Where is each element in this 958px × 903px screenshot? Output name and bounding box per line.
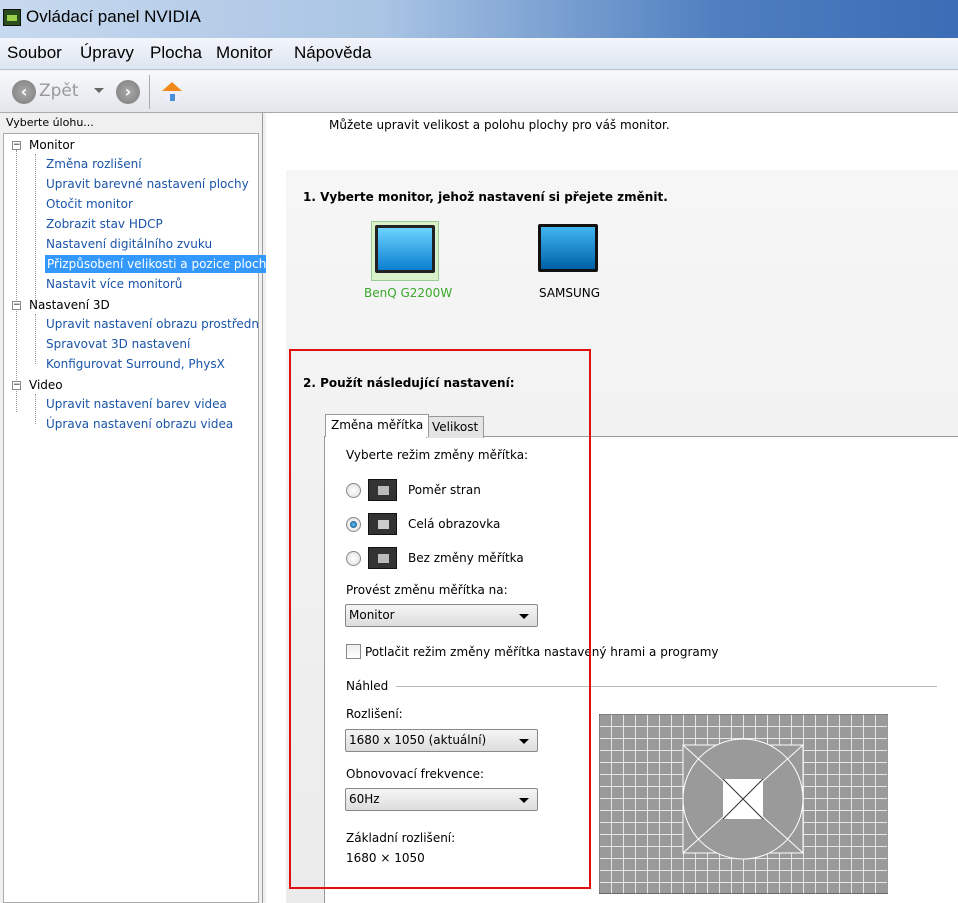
tree-group-monitor[interactable]: Monitor: [29, 136, 75, 154]
collapse-icon[interactable]: −: [12, 381, 21, 390]
toolbar-divider: [149, 75, 150, 109]
tree-item[interactable]: Upravit nastavení obrazu prostřednictvím…: [46, 315, 258, 333]
tree-item[interactable]: Úprava nastavení obrazu videa: [46, 415, 233, 433]
menu-napoveda[interactable]: Nápověda: [294, 43, 372, 63]
nvidia-app-icon: [3, 9, 21, 26]
monitor-icon: [538, 224, 598, 272]
monitor-label-samsung[interactable]: SAMSUNG: [539, 286, 600, 300]
toolbar: ‹ Zpět ›: [0, 71, 958, 113]
monitor-samsung[interactable]: [536, 224, 604, 280]
intro-text: Můžete upravit velikost a polohu plochy …: [329, 118, 670, 132]
sidebar-header: Vyberte úlohu...: [6, 116, 94, 129]
home-icon[interactable]: [160, 79, 184, 103]
tab-scaling[interactable]: Změna měřítka: [325, 414, 430, 437]
collapse-icon[interactable]: −: [12, 301, 21, 310]
back-history-dropdown[interactable]: [94, 88, 104, 93]
tree-item[interactable]: Upravit nastavení barev videa: [46, 395, 227, 413]
tree-item[interactable]: Nastavit více monitorů: [46, 275, 182, 293]
back-button[interactable]: Zpět: [39, 81, 79, 101]
menu-upravy[interactable]: Úpravy: [80, 43, 134, 63]
monitor-benq[interactable]: [371, 221, 439, 281]
menu-soubor[interactable]: Soubor: [7, 43, 62, 63]
menu-monitor[interactable]: Monitor: [216, 43, 273, 63]
menu-plocha[interactable]: Plocha: [150, 43, 202, 63]
collapse-icon[interactable]: −: [12, 141, 21, 150]
tree-item[interactable]: Spravovat 3D nastavení: [46, 335, 190, 353]
tree-group-3d[interactable]: Nastavení 3D: [29, 296, 110, 314]
tree-item[interactable]: Změna rozlišení: [46, 155, 142, 173]
tree-item[interactable]: Konfigurovat Surround, PhysX: [46, 355, 225, 373]
monitor-icon: [375, 225, 435, 273]
tree-item[interactable]: Nastavení digitálního zvuku: [46, 235, 212, 253]
title-bar: Ovládací panel NVIDIA: [0, 0, 958, 38]
forward-arrow-icon[interactable]: ›: [116, 80, 140, 104]
tree-item[interactable]: Upravit barevné nastavení plochy: [46, 175, 249, 193]
step1-heading: 1. Vyberte monitor, jehož nastavení si p…: [303, 190, 668, 204]
tree-item[interactable]: Otočit monitor: [46, 195, 133, 213]
monitor-label-benq[interactable]: BenQ G2200W: [364, 286, 452, 300]
menu-bar: Soubor Úpravy Plocha Monitor Nápověda: [0, 38, 958, 70]
tree-item-selected[interactable]: Přizpůsobení velikosti a pozice plochy: [45, 255, 276, 273]
window-title: Ovládací panel NVIDIA: [26, 7, 201, 26]
preview-test-pattern: [599, 714, 888, 894]
tree-group-video[interactable]: Video: [29, 376, 63, 394]
tree-item[interactable]: Zobrazit stav HDCP: [46, 215, 163, 233]
task-tree: − Monitor Změna rozlišení Upravit barevn…: [3, 133, 276, 903]
back-arrow-icon[interactable]: ‹: [12, 80, 36, 104]
task-sidebar: Vyberte úlohu... − Monitor Změna rozliše…: [0, 113, 276, 903]
